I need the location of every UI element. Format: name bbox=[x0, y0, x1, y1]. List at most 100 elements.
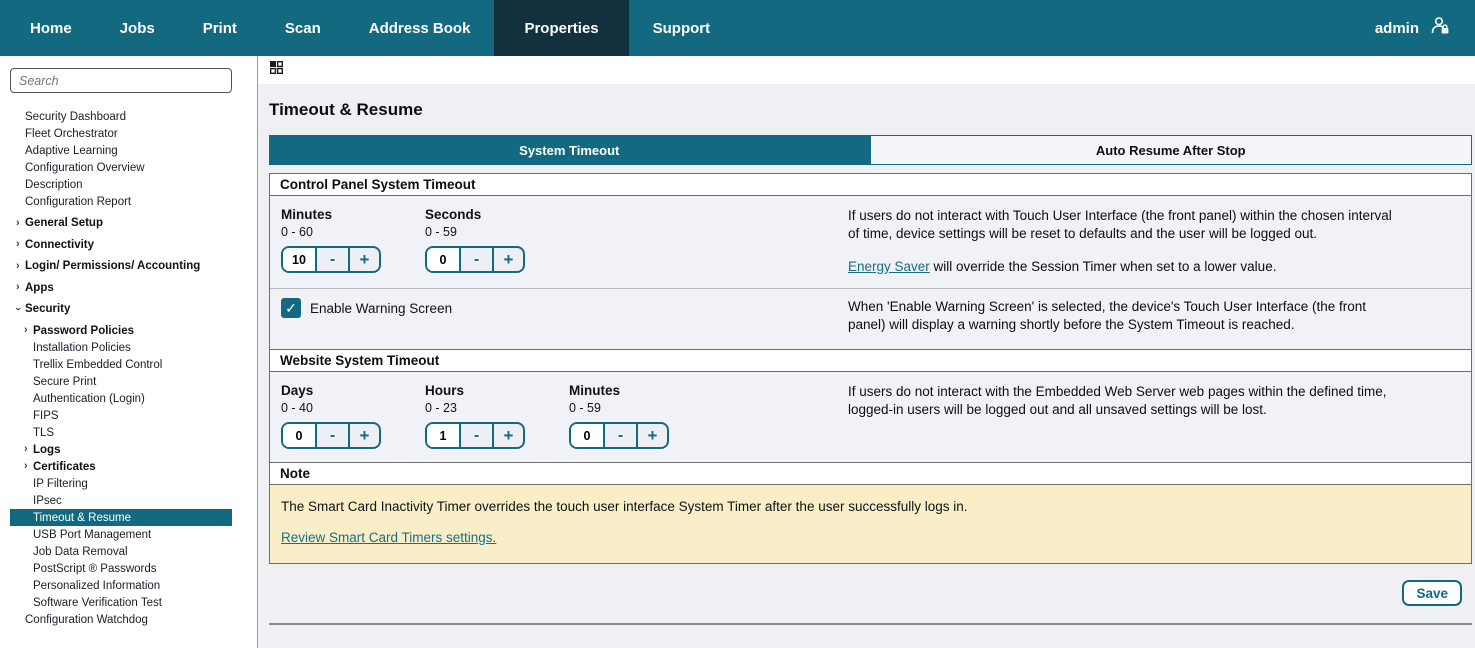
sidebar-item-connectivity[interactable]: Connectivity bbox=[10, 236, 232, 253]
energy-saver-text: will override the Session Timer when set… bbox=[930, 259, 1277, 274]
sidebar-item-installation-policies[interactable]: Installation Policies bbox=[10, 339, 232, 356]
seconds-increment-button[interactable]: + bbox=[492, 248, 523, 271]
settings-panel: Control Panel System Timeout Minutes 0 -… bbox=[269, 173, 1472, 564]
sidebar-item-tls[interactable]: TLS bbox=[10, 424, 232, 441]
sidebar-item-certificates[interactable]: Certificates bbox=[10, 458, 232, 475]
control-panel-timeout-heading: Control Panel System Timeout bbox=[270, 174, 1471, 196]
web-minutes-decrement-button[interactable]: - bbox=[605, 424, 636, 447]
chevron-down-icon bbox=[16, 302, 20, 316]
sidebar-item-label: TLS bbox=[33, 427, 54, 439]
nav-item-jobs[interactable]: Jobs bbox=[96, 0, 179, 56]
sidebar-item-timeout-resume[interactable]: Timeout & Resume bbox=[10, 509, 232, 526]
minutes-range: 0 - 60 bbox=[281, 225, 425, 239]
web-minutes-label: Minutes bbox=[569, 383, 713, 398]
web-minutes-input[interactable] bbox=[571, 424, 605, 447]
sidebar-item-adaptive-learning[interactable]: Adaptive Learning bbox=[10, 142, 232, 159]
sidebar-item-label: IP Filtering bbox=[33, 478, 88, 490]
nav-item-scan[interactable]: Scan bbox=[261, 0, 345, 56]
bottom-divider bbox=[269, 623, 1472, 625]
search-input[interactable] bbox=[10, 68, 232, 93]
sidebar-item-ipsec[interactable]: IPsec bbox=[10, 492, 232, 509]
sidebar-item-label: Login/ Permissions/ Accounting bbox=[25, 260, 200, 272]
sidebar-item-configuration-report[interactable]: Configuration Report bbox=[10, 193, 232, 210]
days-input[interactable] bbox=[283, 424, 317, 447]
user-menu[interactable]: admin bbox=[1375, 0, 1475, 56]
sidebar-item-logs[interactable]: Logs bbox=[10, 441, 232, 458]
sidebar-item-secure-print[interactable]: Secure Print bbox=[10, 373, 232, 390]
seconds-decrement-button[interactable]: - bbox=[461, 248, 492, 271]
sidebar-item-label: Secure Print bbox=[33, 376, 96, 388]
sidebar-item-description[interactable]: Description bbox=[10, 176, 232, 193]
nav-item-support[interactable]: Support bbox=[629, 0, 735, 56]
sidebar-item-job-data-removal[interactable]: Job Data Removal bbox=[10, 543, 232, 560]
sidebar-item-label: Trellix Embedded Control bbox=[33, 359, 162, 371]
nav-item-label: Jobs bbox=[120, 20, 155, 37]
sidebar-item-label: Certificates bbox=[33, 461, 96, 473]
sidebar-item-label: Timeout & Resume bbox=[33, 512, 131, 524]
enable-warning-screen-checkbox[interactable]: ✓ bbox=[281, 298, 301, 318]
dashboard-grid-icon[interactable] bbox=[270, 61, 283, 79]
days-decrement-button[interactable]: - bbox=[317, 424, 348, 447]
sidebar-item-configuration-overview[interactable]: Configuration Overview bbox=[10, 159, 232, 176]
control-panel-timeout-description: If users do not interact with Touch User… bbox=[848, 207, 1393, 243]
sidebar-item-label: Personalized Information bbox=[33, 580, 160, 592]
nav-menu: Home Jobs Print Scan Address Book Proper… bbox=[0, 0, 1375, 56]
sidebar-item-label: Configuration Watchdog bbox=[25, 614, 148, 626]
web-minutes-stepper: - + bbox=[569, 422, 669, 449]
nav-item-properties[interactable]: Properties bbox=[494, 0, 628, 56]
nav-item-label: Print bbox=[203, 20, 237, 37]
smart-card-timers-link[interactable]: Review Smart Card Timers settings. bbox=[281, 530, 496, 545]
sidebar-item-fips[interactable]: FIPS bbox=[10, 407, 232, 424]
seconds-label: Seconds bbox=[425, 207, 569, 222]
sidebar-item-label: USB Port Management bbox=[33, 529, 151, 541]
warning-screen-row: ✓ Enable Warning Screen When 'Enable War… bbox=[270, 288, 1471, 349]
note-body: The Smart Card Inactivity Timer override… bbox=[270, 485, 1471, 563]
minutes-input[interactable] bbox=[283, 248, 317, 271]
sidebar-item-fleet-orchestrator[interactable]: Fleet Orchestrator bbox=[10, 125, 232, 142]
sidebar-item-software-verification-test[interactable]: Software Verification Test bbox=[10, 594, 232, 611]
sidebar-item-postscript-passwords[interactable]: PostScript ® Passwords bbox=[10, 560, 232, 577]
days-range: 0 - 40 bbox=[281, 401, 425, 415]
seconds-input[interactable] bbox=[427, 248, 461, 271]
sidebar-item-label: IPsec bbox=[33, 495, 62, 507]
hours-decrement-button[interactable]: - bbox=[461, 424, 492, 447]
minutes-decrement-button[interactable]: - bbox=[317, 248, 348, 271]
hours-increment-button[interactable]: + bbox=[492, 424, 523, 447]
sidebar-item-label: Security bbox=[25, 303, 70, 315]
nav-item-home[interactable]: Home bbox=[6, 0, 96, 56]
sidebar-item-general-setup[interactable]: General Setup bbox=[10, 215, 232, 232]
chevron-right-icon bbox=[24, 323, 28, 337]
hours-field: Hours 0 - 23 - + bbox=[425, 383, 569, 449]
sidebar-item-ip-filtering[interactable]: IP Filtering bbox=[10, 475, 232, 492]
minutes-increment-button[interactable]: + bbox=[348, 248, 379, 271]
sidebar-item-apps[interactable]: Apps bbox=[10, 279, 232, 296]
days-increment-button[interactable]: + bbox=[348, 424, 379, 447]
sidebar-item-login-permissions-accounting[interactable]: Login/ Permissions/ Accounting bbox=[10, 258, 232, 275]
sidebar-item-security[interactable]: Security bbox=[10, 301, 232, 318]
sidebar-item-password-policies[interactable]: Password Policies bbox=[10, 322, 232, 339]
sidebar-item-trellix-embedded-control[interactable]: Trellix Embedded Control bbox=[10, 356, 232, 373]
sidebar-item-configuration-watchdog[interactable]: Configuration Watchdog bbox=[10, 611, 232, 628]
energy-saver-link[interactable]: Energy Saver bbox=[848, 259, 930, 274]
web-minutes-increment-button[interactable]: + bbox=[636, 424, 667, 447]
nav-item-address-book[interactable]: Address Book bbox=[345, 0, 495, 56]
nav-item-print[interactable]: Print bbox=[179, 0, 261, 56]
sidebar-item-usb-port-management[interactable]: USB Port Management bbox=[10, 526, 232, 543]
username-label: admin bbox=[1375, 20, 1419, 37]
nav-item-label: Home bbox=[30, 20, 72, 37]
days-stepper: - + bbox=[281, 422, 381, 449]
tab-bar: System Timeout Auto Resume After Stop bbox=[269, 135, 1472, 165]
sidebar-item-label: Logs bbox=[33, 444, 60, 456]
sidebar-item-personalized-information[interactable]: Personalized Information bbox=[10, 577, 232, 594]
main-content: Timeout & Resume System Timeout Auto Res… bbox=[258, 56, 1475, 648]
tab-system-timeout[interactable]: System Timeout bbox=[269, 135, 870, 165]
sidebar-item-security-dashboard[interactable]: Security Dashboard bbox=[10, 108, 232, 125]
hours-input[interactable] bbox=[427, 424, 461, 447]
sidebar-item-label: Software Verification Test bbox=[33, 597, 162, 609]
tab-auto-resume-after-stop[interactable]: Auto Resume After Stop bbox=[870, 135, 1473, 165]
days-field: Days 0 - 40 - + bbox=[281, 383, 425, 449]
save-button[interactable]: Save bbox=[1402, 580, 1462, 606]
sidebar-item-label: Job Data Removal bbox=[33, 546, 128, 558]
sidebar-item-label: FIPS bbox=[33, 410, 59, 422]
sidebar-item-authentication-login[interactable]: Authentication (Login) bbox=[10, 390, 232, 407]
